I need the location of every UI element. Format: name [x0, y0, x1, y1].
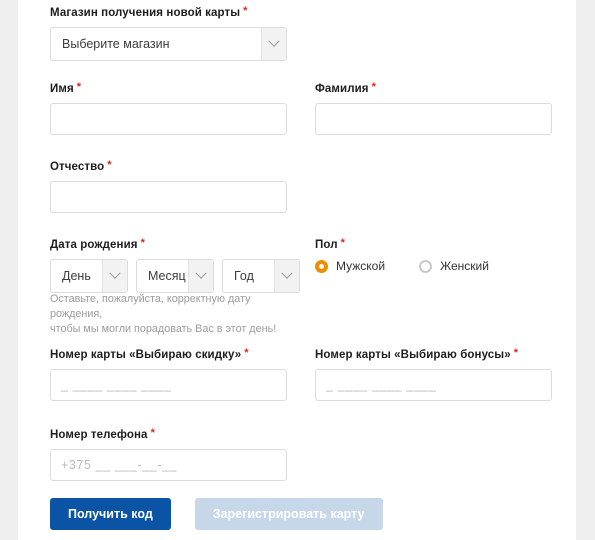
phone-label: Номер телефона * [50, 426, 287, 442]
birth-date-hint-line1: Оставьте, пожалуйста, корректную дату ро… [50, 293, 251, 320]
birth-year-value: Год [234, 269, 254, 283]
gender-label: Пол * [315, 236, 565, 252]
discount-card-label: Номер карты «Выбираю скидку» * [50, 346, 287, 362]
field-birth-date: Дата рождения * День Месяц Год [50, 236, 300, 293]
patronymic-input[interactable] [50, 181, 287, 213]
field-gender: Пол * Мужской Женский [315, 236, 565, 273]
page-root: Магазин получения новой карты * Выберите … [0, 0, 595, 540]
gender-option-male[interactable]: Мужской [315, 259, 385, 273]
birth-month-select[interactable]: Месяц [136, 259, 214, 293]
field-patronymic: Отчество * [50, 158, 287, 213]
chevron-down-icon[interactable] [188, 260, 213, 292]
chevron-down-icon[interactable] [274, 260, 299, 292]
store-label-text: Магазин получения новой карты [50, 7, 241, 19]
gender-option-female-label: Женский [440, 259, 489, 273]
first-name-label-text: Имя [50, 83, 74, 95]
required-asterisk: * [140, 237, 145, 249]
last-name-label: Фамилия * [315, 80, 552, 96]
gender-option-female[interactable]: Женский [419, 259, 489, 273]
last-name-label-text: Фамилия [315, 83, 369, 95]
birth-month-value: Месяц [148, 269, 186, 283]
form-card: Магазин получения новой карты * Выберите … [18, 0, 576, 540]
required-asterisk: * [340, 237, 345, 249]
birth-date-hint-line2: чтобы мы могли порадовать Вас в этот ден… [50, 323, 277, 335]
field-discount-card: Номер карты «Выбираю скидку» * _ ____ ___… [50, 346, 287, 401]
gender-label-text: Пол [315, 239, 338, 251]
required-asterisk: * [513, 347, 519, 359]
field-last-name: Фамилия * [315, 80, 552, 135]
radio-empty-icon[interactable] [419, 259, 433, 273]
register-card-button[interactable]: Зарегистрировать карту [194, 498, 383, 530]
field-first-name: Имя * [50, 80, 287, 135]
required-asterisk: * [244, 347, 249, 359]
patronymic-label: Отчество * [50, 158, 287, 174]
birth-day-value: День [62, 269, 91, 283]
required-asterisk: * [371, 81, 376, 93]
store-select-value: Выберите магазин [62, 37, 170, 51]
chevron-down-icon[interactable] [261, 28, 286, 60]
phone-label-text: Номер телефона [50, 429, 148, 441]
field-store: Магазин получения новой карты * Выберите … [50, 4, 562, 61]
gender-option-male-label: Мужской [336, 259, 386, 273]
required-asterisk: * [76, 81, 82, 93]
required-asterisk: * [243, 5, 248, 17]
bonus-card-label: Номер карты «Выбираю бонусы» * [315, 346, 552, 362]
birth-date-label: Дата рождения * [50, 236, 300, 252]
gender-radio-group: Мужской Женский [315, 259, 565, 273]
field-bonus-card: Номер карты «Выбираю бонусы» * _ ____ ___… [315, 346, 552, 401]
required-asterisk: * [150, 427, 155, 439]
birth-date-label-text: Дата рождения [50, 239, 138, 251]
phone-input[interactable]: +375 __ ___-__-__ [50, 449, 287, 481]
field-phone: Номер телефона * +375 __ ___-__-__ [50, 426, 287, 481]
required-asterisk: * [107, 159, 112, 171]
form-actions: Получить код Зарегистрировать карту [50, 498, 383, 530]
chevron-down-icon[interactable] [102, 260, 127, 292]
store-select[interactable]: Выберите магазин [50, 27, 287, 61]
birth-year-select[interactable]: Год [222, 259, 300, 293]
first-name-input[interactable] [50, 103, 287, 135]
birth-date-selects: День Месяц Год [50, 259, 300, 293]
bonus-card-input[interactable]: _ ____ ____ ____ [315, 369, 552, 401]
birth-day-select[interactable]: День [50, 259, 128, 293]
bonus-card-label-text: Номер карты «Выбираю бонусы» [315, 349, 511, 361]
get-code-button[interactable]: Получить код [50, 498, 171, 530]
first-name-label: Имя * [50, 80, 287, 96]
birth-date-hint: Оставьте, пожалуйста, корректную дату ро… [50, 292, 300, 337]
store-label: Магазин получения новой карты * [50, 4, 562, 20]
patronymic-label-text: Отчество [50, 161, 105, 173]
discount-card-input[interactable]: _ ____ ____ ____ [50, 369, 287, 401]
radio-selected-icon[interactable] [315, 259, 328, 273]
discount-card-label-text: Номер карты «Выбираю скидку» [50, 349, 242, 361]
last-name-input[interactable] [315, 103, 552, 135]
